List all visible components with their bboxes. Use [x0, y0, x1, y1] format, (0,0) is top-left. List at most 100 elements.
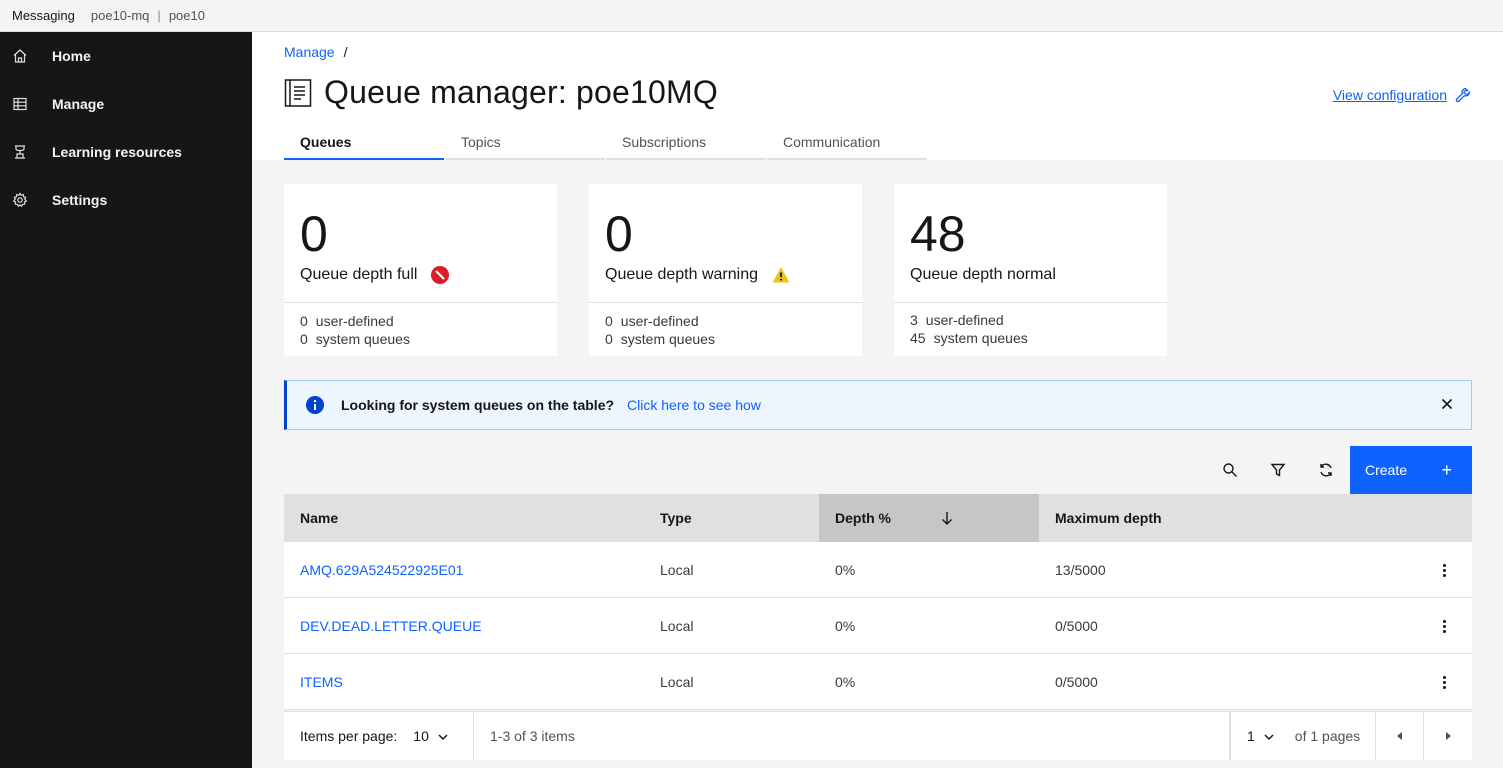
- info-icon: [306, 396, 324, 414]
- queue-max-depth: 0/5000: [1055, 618, 1098, 634]
- notification-message: Looking for system queues on the table?: [341, 397, 615, 413]
- header-crumb-instance: poe10-mq: [90, 8, 150, 23]
- tile-stats: 3 user-defined 45 system queues: [910, 311, 1028, 347]
- tile-label: Queue depth normal: [910, 266, 1056, 284]
- items-per-page: Items per page: 10: [284, 712, 474, 760]
- page-header: Manage / Queue manager: poe10MQ View con…: [252, 32, 1503, 160]
- tile-queue-depth-normal: 48 Queue depth normal 3 user-defined 45 sy…: [894, 184, 1167, 356]
- search-button[interactable]: [1206, 446, 1254, 494]
- page-count: of 1 pages: [1294, 728, 1361, 744]
- queue-name-link[interactable]: ITEMS: [284, 654, 644, 710]
- column-header-type[interactable]: Type: [644, 494, 819, 542]
- add-icon: +: [1441, 459, 1452, 480]
- view-configuration-link[interactable]: View configuration: [1333, 87, 1471, 103]
- user-defined-label: user-defined: [925, 312, 1004, 328]
- chevron-down-icon: [437, 730, 449, 742]
- items-per-page-value: 10: [413, 728, 429, 744]
- page-select[interactable]: 1: [1247, 728, 1275, 744]
- tile-value: 48: [910, 206, 966, 262]
- tile-divider: [589, 302, 862, 303]
- sidebar-item-settings[interactable]: Settings: [0, 176, 252, 224]
- table-row: ITEMS Local 0% 0/5000: [284, 654, 1472, 710]
- tab-topics[interactable]: Topics: [445, 128, 605, 160]
- breadcrumb: Manage /: [284, 44, 347, 60]
- user-defined-count: 3: [910, 312, 918, 328]
- tile-queue-depth-full: 0 Queue depth full 0 user-defined 0 system…: [284, 184, 557, 356]
- tile-divider: [284, 302, 557, 303]
- table-icon: [12, 96, 28, 112]
- queue-type: Local: [660, 562, 694, 578]
- header-separator: |: [157, 8, 161, 23]
- learning-icon: [12, 144, 28, 160]
- tile-value: 0: [300, 206, 328, 262]
- sidebar-item-home[interactable]: Home: [0, 32, 252, 80]
- sidebar-item-learning-resources[interactable]: Learning resources: [0, 128, 252, 176]
- title-row: Queue manager: poe10MQ: [284, 74, 718, 111]
- user-defined-label: user-defined: [620, 313, 699, 329]
- system-queues-label: system queues: [933, 330, 1028, 346]
- queues-table: Name Type Depth % Maximum depth AMQ.629A…: [284, 494, 1472, 710]
- overflow-menu-button[interactable]: [1416, 654, 1472, 710]
- table-row: DEV.DEAD.LETTER.QUEUE Local 0% 0/5000: [284, 598, 1472, 654]
- filter-icon: [1270, 463, 1286, 477]
- tile-divider: [894, 302, 1167, 303]
- sidebar-item-label: Learning resources: [52, 144, 182, 160]
- create-button[interactable]: Create +: [1350, 446, 1472, 494]
- error-icon: [431, 266, 450, 284]
- queue-max-depth: 0/5000: [1055, 674, 1098, 690]
- column-header-depth[interactable]: Depth %: [819, 494, 1039, 542]
- tile-stats: 0 user-defined 0 system queues: [300, 312, 410, 348]
- tab-communication[interactable]: Communication: [767, 128, 927, 160]
- queue-name-link[interactable]: AMQ.629A524522925E01: [284, 542, 644, 598]
- page-selector: 1 of 1 pages: [1230, 712, 1376, 760]
- table-row: AMQ.629A524522925E01 Local 0% 13/5000: [284, 542, 1472, 598]
- info-notification: Looking for system queues on the table? …: [284, 380, 1472, 430]
- queue-type: Local: [660, 618, 694, 634]
- sort-arrow-down-icon: [939, 510, 955, 526]
- breadcrumb-manage-link[interactable]: Manage: [284, 44, 335, 60]
- items-per-page-select[interactable]: 10: [413, 728, 449, 744]
- chevron-down-icon: [1263, 730, 1275, 742]
- caret-right-icon: [1445, 732, 1451, 740]
- tab-subscriptions[interactable]: Subscriptions: [606, 128, 766, 160]
- gear-icon: [12, 192, 28, 208]
- system-queues-label: system queues: [620, 331, 715, 347]
- column-header-name[interactable]: Name: [284, 494, 644, 542]
- tab-queues[interactable]: Queues: [284, 128, 444, 160]
- column-header-actions: [1416, 494, 1472, 542]
- queue-name-link[interactable]: DEV.DEAD.LETTER.QUEUE: [284, 598, 644, 654]
- table-toolbar: Create +: [284, 446, 1472, 494]
- queue-type: Local: [660, 674, 694, 690]
- sidebar-item-manage[interactable]: Manage: [0, 80, 252, 128]
- notification-link[interactable]: Click here to see how: [627, 397, 761, 413]
- refresh-button[interactable]: [1302, 446, 1350, 494]
- close-icon[interactable]: [1439, 396, 1455, 412]
- column-header-label: Depth %: [835, 510, 891, 526]
- items-per-page-label: Items per page:: [300, 728, 398, 744]
- app-name[interactable]: Messaging: [12, 8, 75, 23]
- user-defined-count: 0: [300, 313, 308, 329]
- overflow-menu-button[interactable]: [1416, 598, 1472, 654]
- filter-button[interactable]: [1254, 446, 1302, 494]
- queue-manager-icon: [284, 78, 312, 108]
- overflow-menu-icon: [1442, 619, 1446, 633]
- system-queues-count: 0: [605, 331, 613, 347]
- user-defined-count: 0: [605, 313, 613, 329]
- warning-icon: [772, 266, 790, 284]
- queue-depth: 0%: [835, 674, 856, 690]
- header-crumb-name: poe10: [168, 8, 205, 23]
- system-queues-label: system queues: [315, 331, 410, 347]
- create-label: Create: [1365, 462, 1408, 478]
- tab-list: Queues Topics Subscriptions Communicatio…: [284, 128, 928, 160]
- column-header-max-depth[interactable]: Maximum depth: [1039, 494, 1416, 542]
- home-icon: [12, 48, 28, 64]
- tile-stats: 0 user-defined 0 system queues: [605, 312, 715, 348]
- queue-max-depth: 13/5000: [1055, 562, 1106, 578]
- item-range-text: 1-3 of 3 items: [490, 728, 575, 744]
- page-value: 1: [1247, 728, 1255, 744]
- previous-page-button[interactable]: [1376, 712, 1424, 760]
- tile-label: Queue depth warning: [605, 266, 790, 284]
- next-page-button[interactable]: [1424, 712, 1472, 760]
- overflow-menu-button[interactable]: [1416, 542, 1472, 598]
- top-header: Messaging poe10-mq | poe10: [0, 0, 1503, 32]
